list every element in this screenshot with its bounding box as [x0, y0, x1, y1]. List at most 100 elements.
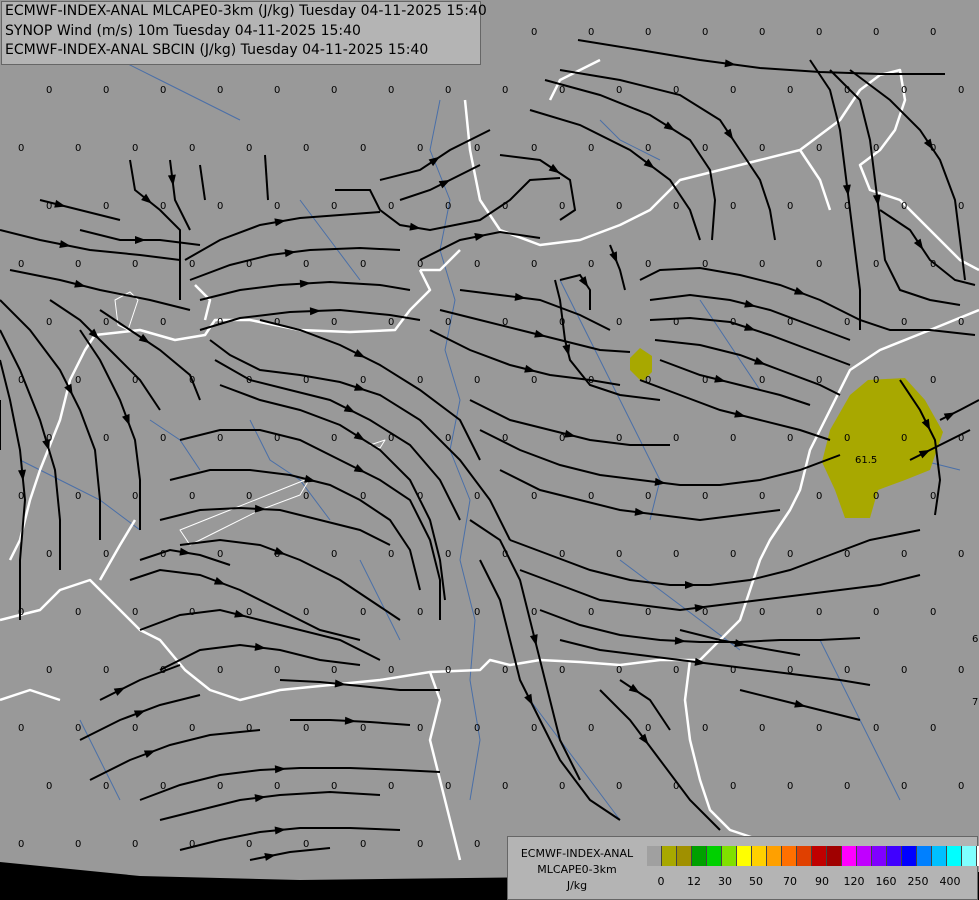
sbcin-value: 0 — [958, 85, 964, 96]
legend-tick-label: 400 — [939, 875, 961, 888]
sbcin-value: 0 — [46, 85, 52, 96]
sbcin-value: 0 — [645, 491, 651, 502]
sbcin-value: 0 — [673, 665, 679, 676]
sbcin-value: 0 — [303, 375, 309, 386]
title-line-wind: SYNOP Wind (m/s) 10m Tuesday 04-11-2025 … — [5, 22, 361, 39]
sbcin-value: 0 — [930, 259, 936, 270]
sbcin-value: 0 — [645, 27, 651, 38]
sbcin-value: 0 — [18, 491, 24, 502]
sbcin-value: 0 — [816, 27, 822, 38]
sbcin-value: 0 — [474, 723, 480, 734]
sbcin-value: 0 — [816, 607, 822, 618]
sbcin-value: 0 — [958, 201, 964, 212]
sbcin-value: 0 — [18, 839, 24, 850]
sbcin-value: 0 — [274, 433, 280, 444]
weather-map[interactable]: 61.5 0 0 0 0 0 0 0 0 0 0 0 0 0 0 0 0 0 0 0 0 0 0 0 0 0 0 0 0 0 0 0 0 0 0 0… — [0, 0, 979, 900]
sbcin-value: 0 — [388, 781, 394, 792]
legend-color-cell — [872, 846, 887, 866]
title-box: ECMWF-INDEX-ANAL MLCAPE0-3km (J/kg) Tues… — [1, 1, 487, 65]
legend-color-cell — [782, 846, 797, 866]
sbcin-value: 0 — [502, 549, 508, 560]
legend-title: ECMWF-INDEX-ANAL MLCAPE0-3km J/kg — [510, 846, 644, 894]
sbcin-value: 0 — [132, 375, 138, 386]
sbcin-value: 0 — [645, 259, 651, 270]
sbcin-value: 0 — [103, 549, 109, 560]
sbcin-value: 0 — [103, 781, 109, 792]
sbcin-value: 0 — [360, 375, 366, 386]
sbcin-value: 0 — [360, 839, 366, 850]
sbcin-value: 0 — [531, 723, 537, 734]
sbcin-value: 0 — [588, 143, 594, 154]
sbcin-value: 0 — [18, 607, 24, 618]
sbcin-value: 0 — [160, 85, 166, 96]
legend-color-cell — [932, 846, 947, 866]
legend-tick-label: 160 — [875, 875, 897, 888]
legend-color-cell — [857, 846, 872, 866]
sbcin-value: 0 — [274, 317, 280, 328]
sbcin-value: 0 — [844, 781, 850, 792]
sbcin-value: 0 — [759, 723, 765, 734]
sbcin-value: 0 — [445, 433, 451, 444]
sbcin-value: 0 — [474, 839, 480, 850]
sbcin-value: 0 — [816, 491, 822, 502]
sbcin-value: 0 — [958, 781, 964, 792]
sbcin-value: 0 — [331, 781, 337, 792]
sbcin-value: 0 — [75, 723, 81, 734]
sbcin-value: 0 — [189, 723, 195, 734]
sbcin-value: 0 — [873, 259, 879, 270]
sbcin-value: 0 — [445, 665, 451, 676]
sbcin-value: 0 — [930, 491, 936, 502]
sbcin-value: 0 — [616, 317, 622, 328]
sbcin-value: 0 — [274, 201, 280, 212]
sbcin-value: 0 — [787, 433, 793, 444]
sbcin-value: 0 — [844, 433, 850, 444]
legend-color-cell — [692, 846, 707, 866]
sbcin-value: 0 — [730, 549, 736, 560]
sbcin-value: 0 — [217, 433, 223, 444]
sbcin-value: 0 — [274, 665, 280, 676]
sbcin-value: 0 — [502, 317, 508, 328]
sbcin-value: 0 — [46, 781, 52, 792]
sbcin-value: 0 — [360, 607, 366, 618]
sbcin-value: 0 — [132, 607, 138, 618]
sbcin-value: 0 — [702, 27, 708, 38]
sbcin-value: 0 — [445, 85, 451, 96]
sbcin-value: 0 — [702, 723, 708, 734]
sbcin-value: 0 — [75, 143, 81, 154]
sbcin-value: 0 — [559, 85, 565, 96]
legend-color-cell — [917, 846, 932, 866]
sbcin-value: 0 — [759, 27, 765, 38]
sbcin-value: 0 — [588, 375, 594, 386]
sbcin-value: 0 — [75, 607, 81, 618]
legend-color-cell — [902, 846, 917, 866]
sbcin-value: 0 — [531, 27, 537, 38]
sbcin-value: 0 — [331, 317, 337, 328]
sbcin-value: 0 — [730, 201, 736, 212]
sbcin-value: 0 — [360, 143, 366, 154]
sbcin-value: 0 — [132, 143, 138, 154]
sbcin-value: 0 — [417, 607, 423, 618]
sbcin-value: 0 — [132, 839, 138, 850]
sbcin-value: 0 — [445, 781, 451, 792]
sbcin-value: 0 — [388, 433, 394, 444]
sbcin-value: 0 — [246, 491, 252, 502]
cape-value-label: 61.5 — [855, 455, 877, 466]
legend-color-cell — [827, 846, 842, 866]
legend-tick-label: 0 — [657, 875, 665, 888]
sbcin-value: 0 — [132, 491, 138, 502]
sbcin-value: 0 — [217, 317, 223, 328]
legend-parameter: MLCAPE0-3km — [537, 863, 617, 876]
legend-tick-label: 30 — [718, 875, 732, 888]
sbcin-value: 0 — [303, 839, 309, 850]
sbcin-value: 0 — [645, 143, 651, 154]
sbcin-value: 0 — [303, 491, 309, 502]
legend-color-cell — [677, 846, 692, 866]
sbcin-value: 0 — [816, 143, 822, 154]
sbcin-value: 0 — [730, 317, 736, 328]
sbcin-value: 0 — [901, 781, 907, 792]
sbcin-value: 0 — [274, 781, 280, 792]
sbcin-value: 0 — [787, 781, 793, 792]
sbcin-value: 0 — [730, 433, 736, 444]
sbcin-value: 0 — [645, 375, 651, 386]
sbcin-value: 0 — [474, 143, 480, 154]
